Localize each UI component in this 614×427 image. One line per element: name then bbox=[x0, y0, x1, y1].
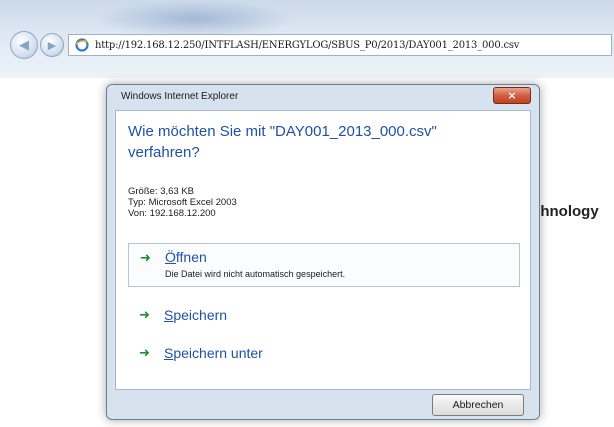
open-option-label: Öffnen bbox=[165, 249, 207, 265]
save-as-option[interactable]: ➜ Speichern unter bbox=[128, 339, 520, 369]
open-option[interactable]: ➜ Öffnen Die Datei wird nicht automatisc… bbox=[128, 243, 520, 287]
page-background-text: chnology bbox=[532, 203, 599, 220]
green-arrow-icon: ➜ bbox=[140, 251, 151, 266]
toolbar-decoration bbox=[95, 0, 295, 38]
address-bar[interactable]: http://192.168.12.250/INTFLASH/ENERGYLOG… bbox=[68, 34, 612, 56]
dialog-question: Wie möchten Sie mit "DAY001_2013_000.csv… bbox=[128, 121, 468, 163]
save-option[interactable]: ➜ Speichern bbox=[128, 301, 520, 331]
url-text: http://192.168.12.250/INTFLASH/ENERGYLOG… bbox=[95, 39, 520, 51]
dialog-content: Wie möchten Sie mit "DAY001_2013_000.csv… bbox=[115, 110, 531, 390]
save-as-option-label: Speichern unter bbox=[164, 345, 263, 361]
file-source: Von: 192.168.12.200 bbox=[128, 208, 216, 219]
question-line-2: verfahren? bbox=[128, 144, 200, 161]
cancel-button[interactable]: Abbrechen bbox=[432, 394, 524, 416]
open-option-description: Die Datei wird nicht automatisch gespeic… bbox=[165, 269, 346, 279]
file-info: Größe: 3,63 KB Typ: Microsoft Excel 2003… bbox=[128, 186, 237, 219]
save-option-label: Speichern bbox=[164, 307, 228, 323]
back-arrow-icon[interactable]: ◀ bbox=[10, 31, 38, 59]
file-download-dialog: Windows Internet Explorer × Wie möchten … bbox=[106, 84, 540, 420]
green-arrow-icon: ➜ bbox=[139, 308, 150, 323]
file-type: Typ: Microsoft Excel 2003 bbox=[128, 197, 237, 208]
question-line-1: Wie möchten Sie mit "DAY001_2013_000.csv… bbox=[128, 123, 437, 140]
close-button[interactable]: × bbox=[493, 87, 531, 104]
browser-toolbar: ◀ ▶ http://192.168.12.250/INTFLASH/ENERG… bbox=[0, 0, 614, 78]
ie-page-icon bbox=[75, 38, 89, 52]
dialog-title: Windows Internet Explorer bbox=[121, 91, 239, 102]
forward-arrow-icon[interactable]: ▶ bbox=[40, 33, 64, 57]
green-arrow-icon: ➜ bbox=[139, 346, 150, 361]
file-size: Größe: 3,63 KB bbox=[128, 186, 195, 197]
